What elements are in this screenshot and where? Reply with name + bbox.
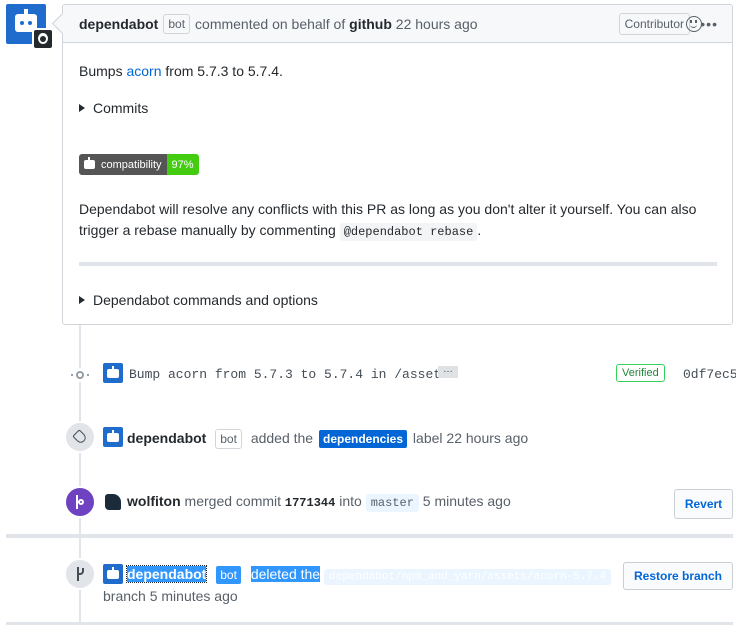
merge-event-actor[interactable]: wolfiton	[127, 493, 181, 509]
target-branch[interactable]: master	[365, 494, 419, 512]
restore-branch-button[interactable]: Restore branch	[623, 562, 733, 590]
dependabot-mini-avatar[interactable]	[103, 427, 123, 447]
bot-label: bot	[215, 429, 242, 449]
label-event: dependabot bot added the dependencies la…	[127, 429, 528, 449]
bumps-line: Bumps acorn from 5.7.3 to 5.7.4.	[79, 63, 283, 79]
comment-header: dependabot bot commented on behalf of gi…	[63, 5, 732, 43]
dependabot-avatar[interactable]	[6, 4, 54, 50]
merge-commit-sha[interactable]: 1771344	[285, 496, 335, 510]
acorn-link[interactable]: acorn	[126, 63, 161, 79]
divider	[79, 262, 717, 266]
bot-label: bot	[163, 13, 191, 34]
delete-branch-event-line2: branch 5 minutes ago	[103, 588, 238, 604]
branch-icon	[64, 558, 96, 590]
label-event-time[interactable]: 22 hours ago	[446, 430, 528, 446]
disclosure-triangle-icon	[79, 104, 85, 112]
kebab-menu-icon[interactable]: •••	[700, 17, 718, 31]
commit-icon	[71, 368, 89, 382]
commits-summary[interactable]: Commits	[79, 100, 148, 116]
commands-summary[interactable]: Dependabot commands and options	[79, 292, 318, 308]
wolfiton-avatar[interactable]	[103, 491, 123, 511]
merge-event: wolfiton merged commit 1771344 into mast…	[127, 493, 511, 512]
dependabot-mini-avatar[interactable]	[103, 564, 123, 584]
expand-commit-button[interactable]: …	[438, 365, 458, 378]
dependencies-label[interactable]: dependencies	[319, 430, 408, 448]
rebase-paragraph: Dependabot will resolve any conflicts wi…	[79, 201, 697, 241]
commit-sha[interactable]: 0df7ec5	[683, 367, 736, 382]
timeline-divider	[6, 534, 733, 538]
disclosure-triangle-icon	[79, 296, 85, 304]
merge-icon	[64, 486, 96, 518]
tag-icon	[64, 421, 96, 453]
compatibility-score: 97%	[166, 154, 199, 175]
merge-event-time[interactable]: 5 minutes ago	[423, 493, 511, 509]
dependabot-icon	[84, 157, 95, 169]
comment-org[interactable]: github	[349, 16, 392, 32]
contributor-badge: Contributor	[618, 13, 690, 35]
delete-event-actor[interactable]: dependabot	[125, 565, 208, 583]
github-icon	[32, 28, 54, 50]
delete-event-time[interactable]: 5 minutes ago	[150, 588, 238, 604]
delete-branch-event: dependabot bot deleted the dependabot/np…	[125, 565, 612, 585]
rebase-command-code: @dependabot rebase	[339, 223, 478, 241]
verified-badge[interactable]: Verified	[616, 364, 665, 382]
comment-time[interactable]: 22 hours ago	[396, 16, 478, 32]
comment-box: dependabot bot commented on behalf of gi…	[62, 4, 733, 325]
comment-author[interactable]: dependabot	[79, 16, 158, 32]
revert-button[interactable]: Revert	[674, 489, 733, 519]
label-event-actor[interactable]: dependabot	[127, 430, 206, 446]
dependabot-mini-avatar[interactable]	[103, 363, 123, 383]
comment-meta-text: commented on behalf of	[195, 15, 346, 32]
timeline-divider	[6, 622, 733, 625]
commit-message[interactable]: Bump acorn from 5.7.3 to 5.7.4 in /asset…	[129, 367, 449, 382]
bot-label: bot	[215, 565, 242, 585]
compatibility-badge[interactable]: compatibility 97%	[79, 154, 199, 175]
deleted-branch-name[interactable]: dependabot/npm_and_yarn/assets/acorn-5.7…	[324, 569, 612, 585]
